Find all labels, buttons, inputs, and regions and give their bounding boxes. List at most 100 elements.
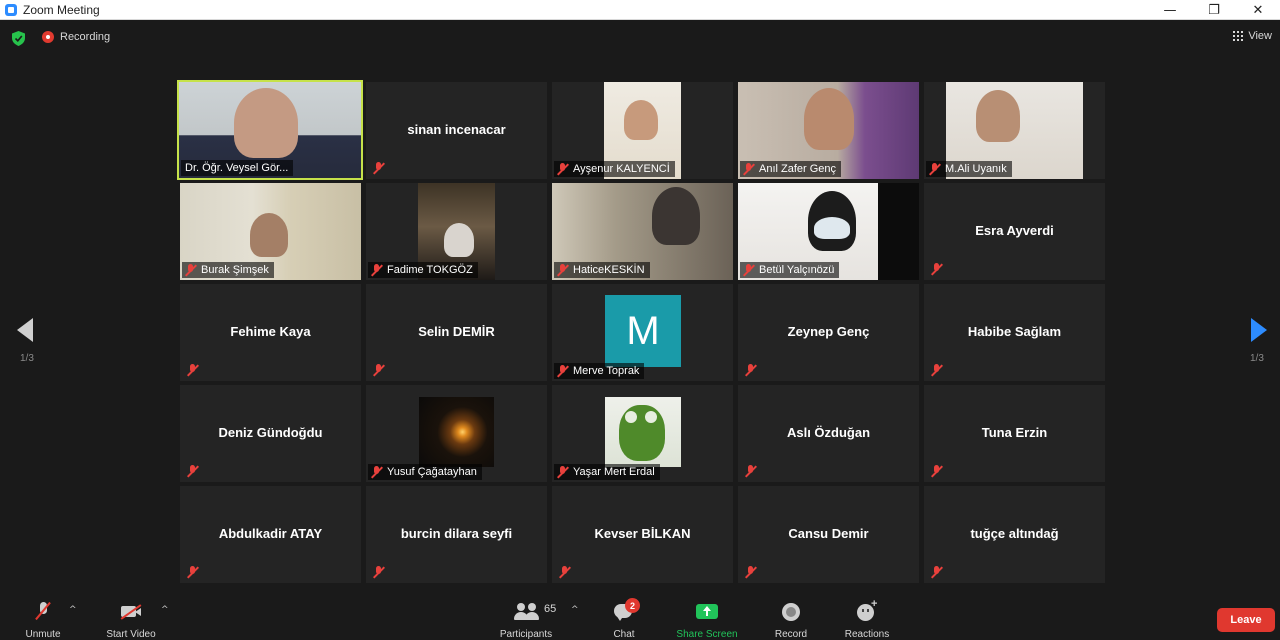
participant-video [652, 187, 700, 245]
video-options-chevron-icon[interactable]: ^ [161, 605, 169, 615]
close-window-button[interactable]: ✕ [1236, 0, 1280, 20]
participant-tile[interactable]: HaticeKESKİN [552, 183, 733, 280]
muted-mic-icon [744, 464, 758, 478]
participant-tile[interactable]: Yaşar Mert Erdal [552, 385, 733, 482]
participant-video [624, 100, 658, 140]
participant-name: Dr. Öğr. Veysel Gör... [185, 162, 289, 174]
share-screen-label: Share Screen [676, 629, 738, 640]
frog-picture [619, 405, 665, 461]
encryption-shield-icon[interactable] [12, 31, 25, 46]
participant-name: Selin DEMİR [418, 323, 495, 339]
audio-options-chevron-icon[interactable]: ^ [69, 605, 77, 615]
participant-video [814, 217, 850, 239]
participant-name: Merve Toprak [573, 365, 640, 377]
muted-mic-icon [556, 263, 570, 277]
participant-name-label: Fadime TOKGÖZ [368, 262, 478, 278]
participant-name: tuğçe altındağ [970, 525, 1059, 541]
participant-tile[interactable]: burcin dilara seyfi [366, 486, 547, 583]
page-indicator-right: 1/3 [1250, 353, 1264, 364]
muted-mic-icon [556, 465, 570, 479]
participant-name: M.Ali Uyanık [945, 163, 1007, 175]
previous-page-arrow-icon[interactable] [17, 318, 33, 342]
participant-name-label: Burak Şimşek [182, 262, 274, 278]
participant-count: 65 [544, 603, 557, 615]
participants-options-chevron-icon[interactable]: ^ [571, 605, 579, 615]
participants-label: Participants [499, 629, 553, 640]
participant-name-label: Betül Yalçınözü [740, 262, 840, 278]
participant-name-label: HaticeKESKİN [554, 262, 650, 278]
add-reaction-plus-icon: + [871, 598, 878, 610]
participant-tile[interactable]: Anıl Zafer Genç [738, 82, 919, 179]
participant-tile[interactable]: Fehime Kaya [180, 284, 361, 381]
participant-name-label: M.Ali Uyanık [926, 161, 1012, 177]
recording-label: Recording [60, 31, 111, 43]
participant-tile[interactable]: Dr. Öğr. Veysel Gör... [177, 80, 363, 180]
participant-name: Abdulkadir ATAY [218, 525, 323, 541]
chat-bubble-icon: 2 [612, 598, 640, 623]
muted-microphone-icon [31, 600, 55, 623]
participants-button[interactable]: 65 Participants [494, 594, 558, 640]
participant-tile[interactable]: Burak Şimşek [180, 183, 361, 280]
participant-tile[interactable]: Selin DEMİR [366, 284, 547, 381]
unmute-button[interactable]: Unmute [18, 594, 68, 640]
participant-tile[interactable]: Habibe Sağlam [924, 284, 1105, 381]
muted-mic-icon [744, 565, 758, 579]
participant-tile[interactable]: Yusuf Çağatayhan [366, 385, 547, 482]
share-screen-icon [695, 600, 719, 623]
muted-mic-icon [930, 464, 944, 478]
participant-video [804, 88, 854, 150]
muted-mic-icon [370, 263, 384, 277]
muted-mic-icon [186, 363, 200, 377]
participant-video [976, 90, 1020, 142]
participant-name: Habibe Sağlam [967, 323, 1062, 339]
participant-name-label: Ayşenur KALYENCİ [554, 161, 675, 177]
view-button[interactable]: View [1233, 30, 1272, 42]
participant-tile[interactable]: Ayşenur KALYENCİ [552, 82, 733, 179]
participant-tile[interactable]: Tuna Erzin [924, 385, 1105, 482]
participant-name: Yaşar Mert Erdal [573, 466, 655, 478]
reactions-label: Reactions [844, 629, 890, 640]
window-controls: — ❐ ✕ [1148, 0, 1280, 20]
participant-video [234, 88, 298, 158]
participant-name: Fadime TOKGÖZ [387, 264, 473, 276]
participant-tile[interactable]: Kevser BİLKAN [552, 486, 733, 583]
participant-name: Deniz Gündoğdu [218, 424, 323, 440]
start-video-button[interactable]: Start Video [100, 594, 162, 640]
participant-tile[interactable]: sinan incenacar [366, 82, 547, 179]
participant-avatar: M [605, 295, 681, 367]
recording-dot-icon [42, 31, 54, 43]
next-page-arrow-icon[interactable] [1251, 318, 1267, 342]
participant-profile-picture [605, 397, 681, 467]
muted-mic-icon [372, 565, 386, 579]
restore-button[interactable]: ❐ [1192, 0, 1236, 20]
muted-mic-icon [742, 162, 756, 176]
participant-video [878, 183, 919, 280]
participant-tile[interactable]: M.Ali Uyanık [924, 82, 1105, 179]
participant-profile-picture [419, 397, 494, 467]
participant-tile[interactable]: tuğçe altındağ [924, 486, 1105, 583]
participant-tile[interactable]: M Merve Toprak [552, 284, 733, 381]
participant-video [444, 223, 474, 257]
participant-name: Kevser BİLKAN [594, 525, 691, 541]
participant-tile[interactable]: Esra Ayverdi [924, 183, 1105, 280]
minimize-button[interactable]: — [1148, 0, 1192, 20]
leave-meeting-button[interactable]: Leave [1217, 608, 1275, 632]
participant-tile[interactable]: Fadime TOKGÖZ [366, 183, 547, 280]
participant-name: Ayşenur KALYENCİ [573, 163, 670, 175]
muted-mic-icon [372, 363, 386, 377]
participant-tile[interactable]: Aslı Özduğan [738, 385, 919, 482]
participant-tile[interactable]: Deniz Gündoğdu [180, 385, 361, 482]
window-title: Zoom Meeting [23, 2, 100, 17]
muted-mic-icon [556, 364, 570, 378]
record-button[interactable]: Record [770, 594, 812, 640]
participant-tile[interactable]: Zeynep Genç [738, 284, 919, 381]
share-screen-button[interactable]: Share Screen [672, 594, 742, 640]
smiley-eyes [862, 609, 864, 612]
participant-name: Burak Şimşek [201, 264, 269, 276]
participant-tile[interactable]: Cansu Demir [738, 486, 919, 583]
participant-tile[interactable]: Abdulkadir ATAY [180, 486, 361, 583]
chat-button[interactable]: 2 Chat [606, 594, 642, 640]
reactions-button[interactable]: + Reactions [840, 594, 894, 640]
participant-tile[interactable]: Betül Yalçınözü [738, 183, 919, 280]
recording-indicator[interactable]: Recording [42, 31, 110, 43]
